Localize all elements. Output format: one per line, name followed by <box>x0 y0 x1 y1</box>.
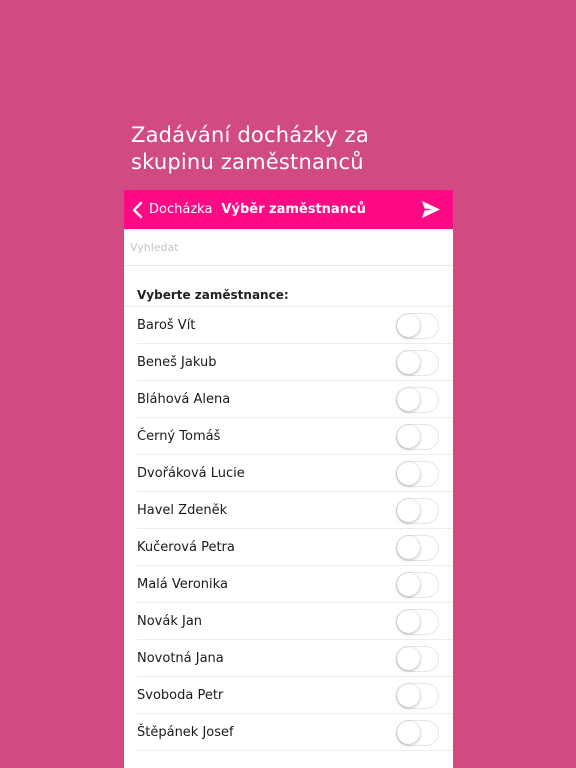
send-icon[interactable] <box>421 200 441 219</box>
toggle-knob <box>397 721 420 744</box>
employee-select-toggle[interactable] <box>396 572 439 598</box>
screen-title: Výběr zaměstnanců <box>221 202 366 217</box>
toggle-knob <box>397 351 420 374</box>
toggle-knob <box>397 425 420 448</box>
employee-name: Dvořáková Lucie <box>137 466 245 481</box>
employee-select-toggle[interactable] <box>396 646 439 672</box>
promo-headline-line-2: skupinu zaměstnanců <box>131 150 364 174</box>
promo-headline-line-1: Zadávání docházky za <box>131 123 369 147</box>
employee-row: Havel Zdeněk <box>124 492 453 529</box>
toggle-knob <box>397 647 420 670</box>
employee-name: Černý Tomáš <box>137 429 221 444</box>
employee-name: Svoboda Petr <box>137 688 224 703</box>
chevron-left-icon <box>132 201 143 218</box>
employee-select-toggle[interactable] <box>396 720 439 746</box>
section-header: Vyberte zaměstnance: <box>124 266 453 307</box>
employee-select-toggle[interactable] <box>396 535 439 561</box>
employee-row: Malá Veronika <box>124 566 453 603</box>
navigation-bar: Docházka Výběr zaměstnanců <box>124 190 453 229</box>
toggle-knob <box>397 684 420 707</box>
employee-list: Baroš Vít Beneš Jakub Bláhová Alena Černý T… <box>124 307 453 751</box>
employee-select-toggle[interactable] <box>396 683 439 709</box>
employee-row: Novotná Jana <box>124 640 453 677</box>
employee-name: Havel Zdeněk <box>137 503 228 518</box>
search-bar <box>124 229 453 266</box>
employee-select-toggle[interactable] <box>396 461 439 487</box>
employee-name: Beneš Jakub <box>137 355 217 370</box>
employee-select-toggle[interactable] <box>396 387 439 413</box>
employee-row: Kučerová Petra <box>124 529 453 566</box>
employee-name: Kučerová Petra <box>137 540 235 555</box>
employee-row: Černý Tomáš <box>124 418 453 455</box>
search-input[interactable] <box>130 240 430 254</box>
toggle-knob <box>397 462 420 485</box>
employee-row: Baroš Vít <box>124 307 453 344</box>
toggle-knob <box>397 499 420 522</box>
toggle-knob <box>397 314 420 337</box>
employee-row: Svoboda Petr <box>124 677 453 714</box>
app-screen: Docházka Výběr zaměstnanců Vyberte zaměs… <box>124 190 453 768</box>
toggle-knob <box>397 388 420 411</box>
employee-select-toggle[interactable] <box>396 498 439 524</box>
employee-select-toggle[interactable] <box>396 424 439 450</box>
toggle-knob <box>397 536 420 559</box>
employee-row: Beneš Jakub <box>124 344 453 381</box>
employee-select-toggle[interactable] <box>396 609 439 635</box>
employee-row: Novák Jan <box>124 603 453 640</box>
employee-select-toggle[interactable] <box>396 350 439 376</box>
employee-name: Baroš Vít <box>137 318 196 333</box>
back-button-label: Docházka <box>149 202 213 217</box>
employee-name: Bláhová Alena <box>137 392 231 407</box>
promo-headline: Zadávání docházky za skupinu zaměstnanců <box>131 122 461 176</box>
employee-row: Štěpánek Josef <box>124 714 453 751</box>
employee-name: Novák Jan <box>137 614 203 629</box>
toggle-knob <box>397 610 420 633</box>
employee-row: Bláhová Alena <box>124 381 453 418</box>
employee-row: Dvořáková Lucie <box>124 455 453 492</box>
employee-select-toggle[interactable] <box>396 313 439 339</box>
employee-name: Novotná Jana <box>137 651 224 666</box>
back-button[interactable]: Docházka <box>131 201 212 219</box>
employee-name: Štěpánek Josef <box>137 725 234 740</box>
employee-name: Malá Veronika <box>137 577 228 592</box>
toggle-knob <box>397 573 420 596</box>
